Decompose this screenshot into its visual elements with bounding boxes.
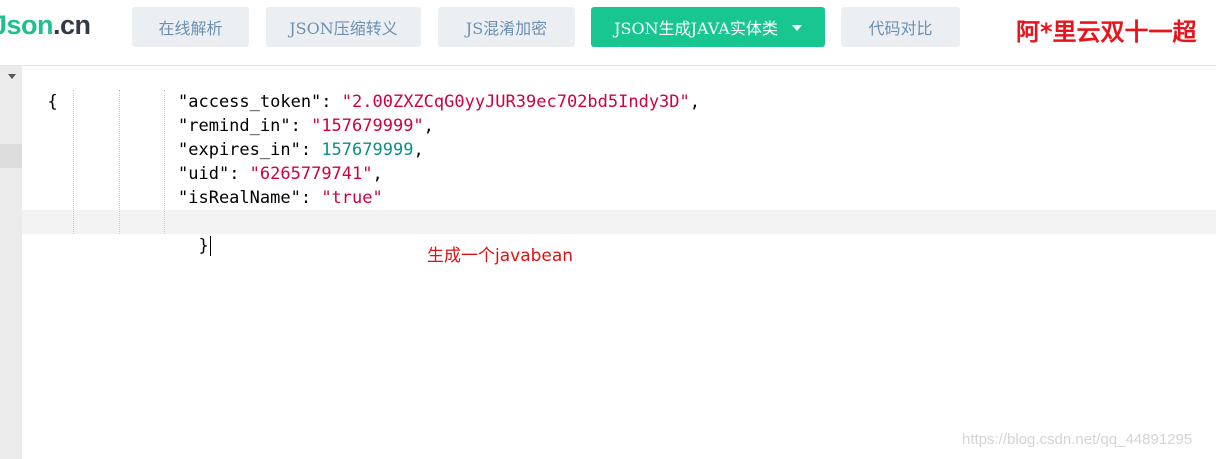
json-key: "isRealName" bbox=[178, 188, 301, 208]
separator: : bbox=[300, 188, 322, 208]
indent-guide bbox=[73, 90, 74, 234]
json-value: 157679999 bbox=[321, 140, 414, 160]
nav-label: JS混淆加密 bbox=[465, 19, 548, 38]
triangle-down-icon[interactable] bbox=[8, 74, 16, 79]
json-key: "uid" bbox=[178, 164, 230, 184]
code-line[interactable]: "uid": "6265779741", bbox=[178, 162, 383, 186]
indent-guide bbox=[164, 90, 165, 234]
nav-label: JSON压缩转义 bbox=[289, 19, 398, 38]
close-brace: } bbox=[198, 236, 209, 256]
json-value: "157679999" bbox=[311, 116, 424, 136]
trailing-comma: , bbox=[372, 164, 383, 184]
code-line[interactable]: "expires_in": 157679999, bbox=[178, 138, 424, 162]
json-key: "access_token" bbox=[178, 92, 322, 112]
top-navigation: Json.cn 在线解析 JSON压缩转义 JS混淆加密 JSON生成JAVA实… bbox=[0, 0, 1216, 66]
nav-label: 代码对比 bbox=[868, 19, 933, 38]
json-key: "remind_in" bbox=[178, 116, 291, 136]
json-key: "expires_in" bbox=[178, 140, 301, 160]
gutter-active-line bbox=[0, 144, 22, 168]
json-value: "true" bbox=[321, 188, 383, 208]
nav-online-parse-button[interactable]: 在线解析 bbox=[132, 7, 249, 47]
trailing-comma: , bbox=[689, 92, 701, 112]
separator: : bbox=[290, 116, 312, 136]
trailing-comma: , bbox=[413, 140, 424, 160]
caret-down-icon[interactable] bbox=[791, 25, 802, 31]
promo-banner[interactable]: 阿*里云双十一超 bbox=[1016, 12, 1197, 47]
annotation-text: 生成一个javabean bbox=[427, 246, 574, 266]
editor-gutter bbox=[0, 66, 22, 459]
logo-json: Json bbox=[0, 10, 54, 40]
code-line-close[interactable]: } bbox=[178, 210, 211, 258]
watermark: https://blog.csdn.net/qq_44891295 bbox=[962, 431, 1193, 448]
separator: : bbox=[229, 164, 250, 184]
json-value: "6265779741" bbox=[249, 164, 373, 184]
indent-guide bbox=[119, 90, 120, 234]
logo-cn: .cn bbox=[53, 10, 91, 40]
text-cursor bbox=[209, 236, 211, 256]
trailing-comma: , bbox=[423, 116, 434, 136]
nav-label: JSON生成JAVA实体类 bbox=[614, 19, 778, 38]
separator: : bbox=[321, 92, 342, 112]
nav-js-obfuscate-button[interactable]: JS混淆加密 bbox=[438, 7, 575, 47]
code-line[interactable]: "isRealName": "true" bbox=[178, 186, 383, 210]
nav-label: 在线解析 bbox=[158, 19, 223, 38]
open-brace: { bbox=[47, 92, 58, 112]
code-line[interactable]: "access_token": "2.00ZXZCqG0yyJUR39ec702… bbox=[178, 90, 700, 114]
separator: : bbox=[300, 140, 322, 160]
site-logo[interactable]: Json.cn bbox=[0, 10, 91, 41]
code-line[interactable]: "remind_in": "157679999", bbox=[178, 114, 434, 138]
code-line-open[interactable]: { bbox=[27, 66, 58, 114]
nav-json-compress-button[interactable]: JSON压缩转义 bbox=[266, 7, 421, 47]
json-value: "2.00ZXZCqG0yyJUR39ec702bd5Indy3D" bbox=[341, 92, 690, 112]
nav-json-to-java-button[interactable]: JSON生成JAVA实体类 bbox=[591, 7, 825, 47]
nav-code-compare-button[interactable]: 代码对比 bbox=[841, 7, 960, 47]
